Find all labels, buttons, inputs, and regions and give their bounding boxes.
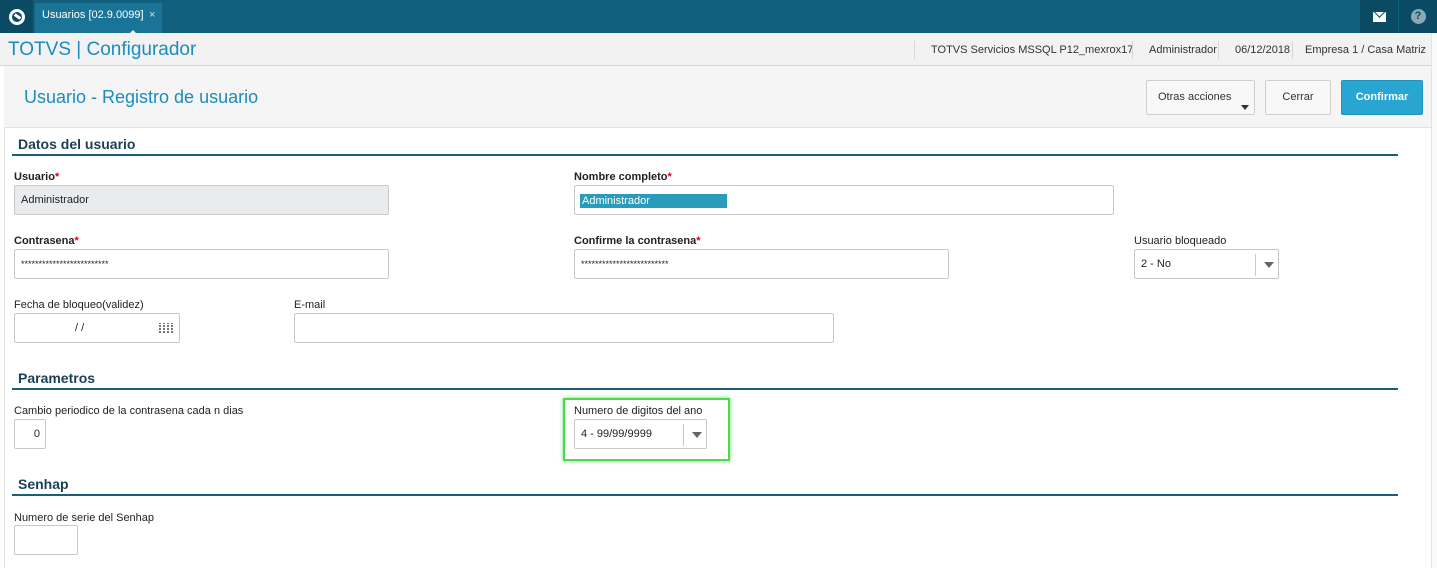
fecha-bloqueo-value: / /	[75, 322, 85, 334]
nombre-completo-label: Nombre completo*	[574, 171, 672, 183]
section-title-parametros: Parametros	[18, 370, 96, 386]
email-field[interactable]	[294, 313, 834, 343]
section-divider	[12, 388, 1398, 390]
usuario-bloqueado-value: 2 - No	[1141, 258, 1171, 270]
confirme-contrasena-field[interactable]: *************************	[574, 249, 949, 279]
confirm-button[interactable]: Confirmar	[1341, 80, 1423, 115]
cambio-periodico-label: Cambio periodico de la contrasena cada n…	[14, 405, 244, 417]
nombre-completo-field[interactable]: Administrador	[574, 185, 1114, 215]
usuario-label: Usuario*	[14, 171, 60, 183]
section-divider	[12, 154, 1398, 156]
chevron-down-icon	[1241, 105, 1249, 110]
page-title: Usuario - Registro de usuario	[24, 87, 259, 107]
app-brand: TOTVS | Configurador	[8, 39, 197, 60]
date-info: 06/12/2018	[1218, 41, 1290, 59]
highlight-box	[563, 398, 730, 461]
section-title-user-data: Datos del usuario	[18, 136, 136, 152]
server-info: TOTVS Servicios MSSQL P12_mexrox17	[914, 41, 1133, 59]
fecha-bloqueo-label: Fecha de bloqueo(validez)	[14, 299, 144, 311]
other-actions-button[interactable]: Otras acciones	[1146, 80, 1255, 115]
user-info: Administrador	[1132, 41, 1217, 59]
scrollbar[interactable]	[1431, 33, 1437, 568]
tab-usuarios[interactable]: Usuarios [02.9.0099] ×	[35, 3, 162, 36]
numero-serie-label: Numero de serie del Senhap	[14, 512, 155, 524]
usuario-bloqueado-label: Usuario bloqueado	[1134, 235, 1227, 247]
close-button[interactable]: Cerrar	[1265, 80, 1331, 115]
email-label: E-mail	[294, 299, 326, 311]
contrasena-label: Contrasena*	[14, 235, 79, 247]
company-info: Empresa 1 / Casa Matriz	[1292, 41, 1426, 59]
totvs-logo-icon[interactable]	[0, 0, 33, 33]
nombre-completo-value: Administrador	[580, 194, 727, 208]
tab-close-icon[interactable]: ×	[149, 9, 155, 21]
dropdown-arrow-icon[interactable]	[1264, 262, 1274, 268]
help-icon[interactable]: ?	[1399, 0, 1437, 33]
confirme-contrasena-label: Confirme la contrasena*	[574, 235, 701, 247]
usuario-field[interactable]: Administrador	[14, 185, 389, 215]
section-title-senhap: Senhap	[18, 476, 69, 492]
numero-serie-field[interactable]	[14, 525, 78, 555]
cambio-periodico-field[interactable]: 0	[14, 419, 46, 449]
fecha-bloqueo-field[interactable]: / /	[14, 313, 180, 343]
app-header: TOTVS | Configurador TOTVS Servicios MSS…	[0, 33, 1437, 66]
section-divider	[12, 494, 1398, 496]
calendar-icon[interactable]	[159, 323, 173, 334]
contrasena-field[interactable]: *************************	[14, 249, 389, 279]
tab-label: Usuarios [02.9.0099]	[42, 9, 144, 21]
other-actions-label: Otras acciones	[1158, 91, 1232, 103]
top-tab-bar: Usuarios [02.9.0099] × ?	[0, 0, 1437, 36]
usuario-bloqueado-select[interactable]: 2 - No	[1134, 249, 1279, 279]
mail-icon[interactable]	[1360, 0, 1398, 33]
